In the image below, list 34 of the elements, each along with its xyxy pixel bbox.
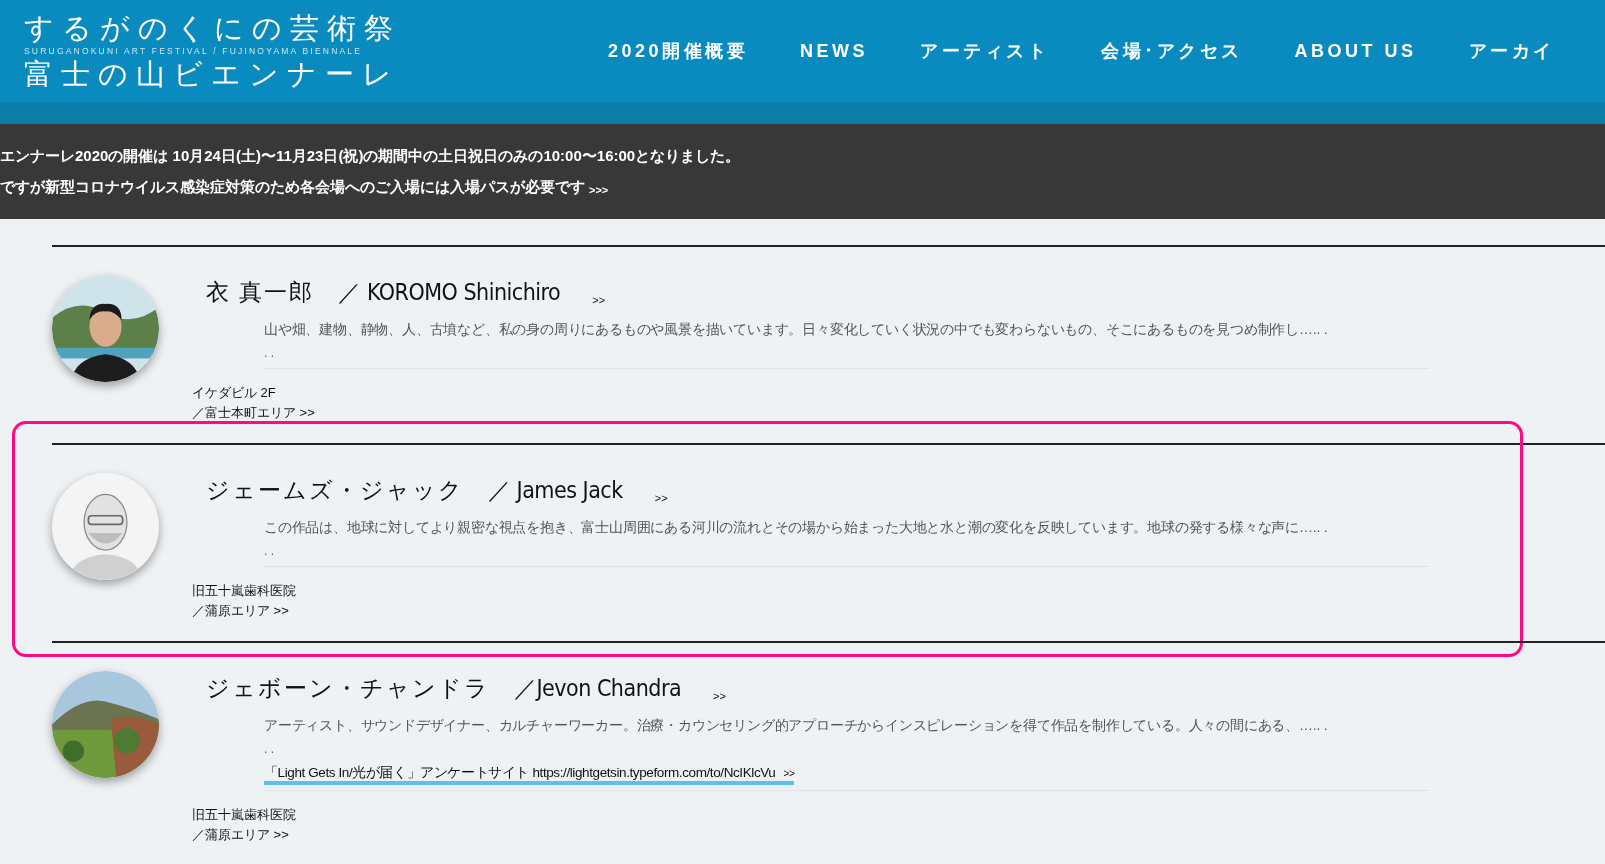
area-link[interactable]: ／蒲原エリア >> [192, 600, 1439, 621]
venue-name: イケダビル 2F [192, 383, 277, 402]
nav-link[interactable]: NEWS [800, 37, 869, 65]
more-link[interactable]: >> [713, 688, 726, 706]
nav-link[interactable]: アーティスト [920, 37, 1050, 65]
artist-description: この作品は、地球に対してより親密な視点を抱き、富士山周囲にある河川の流れとその場から始まった大地と水と潮の変化を反映しています。地球の発する様々な声に….. . [264, 517, 1329, 537]
venue-name: 旧五十嵐歯科医院 [192, 805, 297, 824]
artist-name: ジェボーン・チャンドラ [206, 674, 490, 703]
notice-text: エンナーレ2020の開催は 10月24日(土)〜11月23日(祝)の期間中の土日祝日のみの10:00〜16:00となりました。 [0, 146, 742, 166]
nav-link[interactable]: 2020開催概要 [608, 37, 749, 65]
nav-link[interactable]: ABOUT US [1294, 37, 1417, 65]
logo-name: 富士の山ビエンナーレ [24, 57, 401, 91]
ellipsis: . . [264, 740, 275, 758]
more-link[interactable]: >> [592, 292, 606, 310]
artist-name: 衣 真一郎 [206, 278, 315, 307]
ellipsis: . . [264, 542, 275, 560]
logo-title: するがのくにの芸術祭 [24, 11, 402, 45]
artist-english-name[interactable]: ／Jevon Chandra [514, 671, 682, 706]
nav-link[interactable]: 会場･アクセス [1101, 37, 1243, 65]
more-link[interactable]: >> [654, 490, 668, 508]
area-link[interactable]: ／蒲原エリア >> [192, 824, 1439, 845]
artist-name: ジェームズ・ジャック [206, 476, 464, 505]
area-link[interactable]: ／富士本町エリア >> [192, 402, 1439, 423]
venue-name: 旧五十嵐歯科医院 [192, 581, 297, 600]
artist-english-name[interactable]: ／ KOROMO Shinichiro [338, 275, 561, 310]
artist-english-name[interactable]: ／ James Jack [488, 473, 623, 508]
nav-link[interactable]: アーカイ [1468, 37, 1555, 65]
notice-text: ですが新型コロナウイルス感染症対策のため各会場へのご入場には入場パスが必要です [0, 176, 585, 197]
artist-description: アーティスト、サウンドデザイナー、カルチャーワーカー。治療・カウンセリング的アプローチからインスピレーションを得て作品を制作している。人々の間にある、….. . [264, 715, 1329, 735]
more-link[interactable]: >>> [589, 181, 609, 198]
logo-subtitle: SURUGANOKUNI ART FESTIVAL / FUJINOYAMA BIENNALE [24, 45, 364, 57]
ellipsis: . . [264, 344, 275, 362]
survey-link[interactable]: 「Light Gets In/光が届く」アンケートサイト https://lightgetsin.typeform.com/to/NcIKlcVu >> [264, 764, 795, 785]
artist-description: 山や畑、建物、静物、人、古墳など、私の身の周りにあるものや風景を描いています。日々変化していく状況の中でも変わらないもの、そこにあるものを見つめ制作し….. . [264, 319, 1329, 339]
